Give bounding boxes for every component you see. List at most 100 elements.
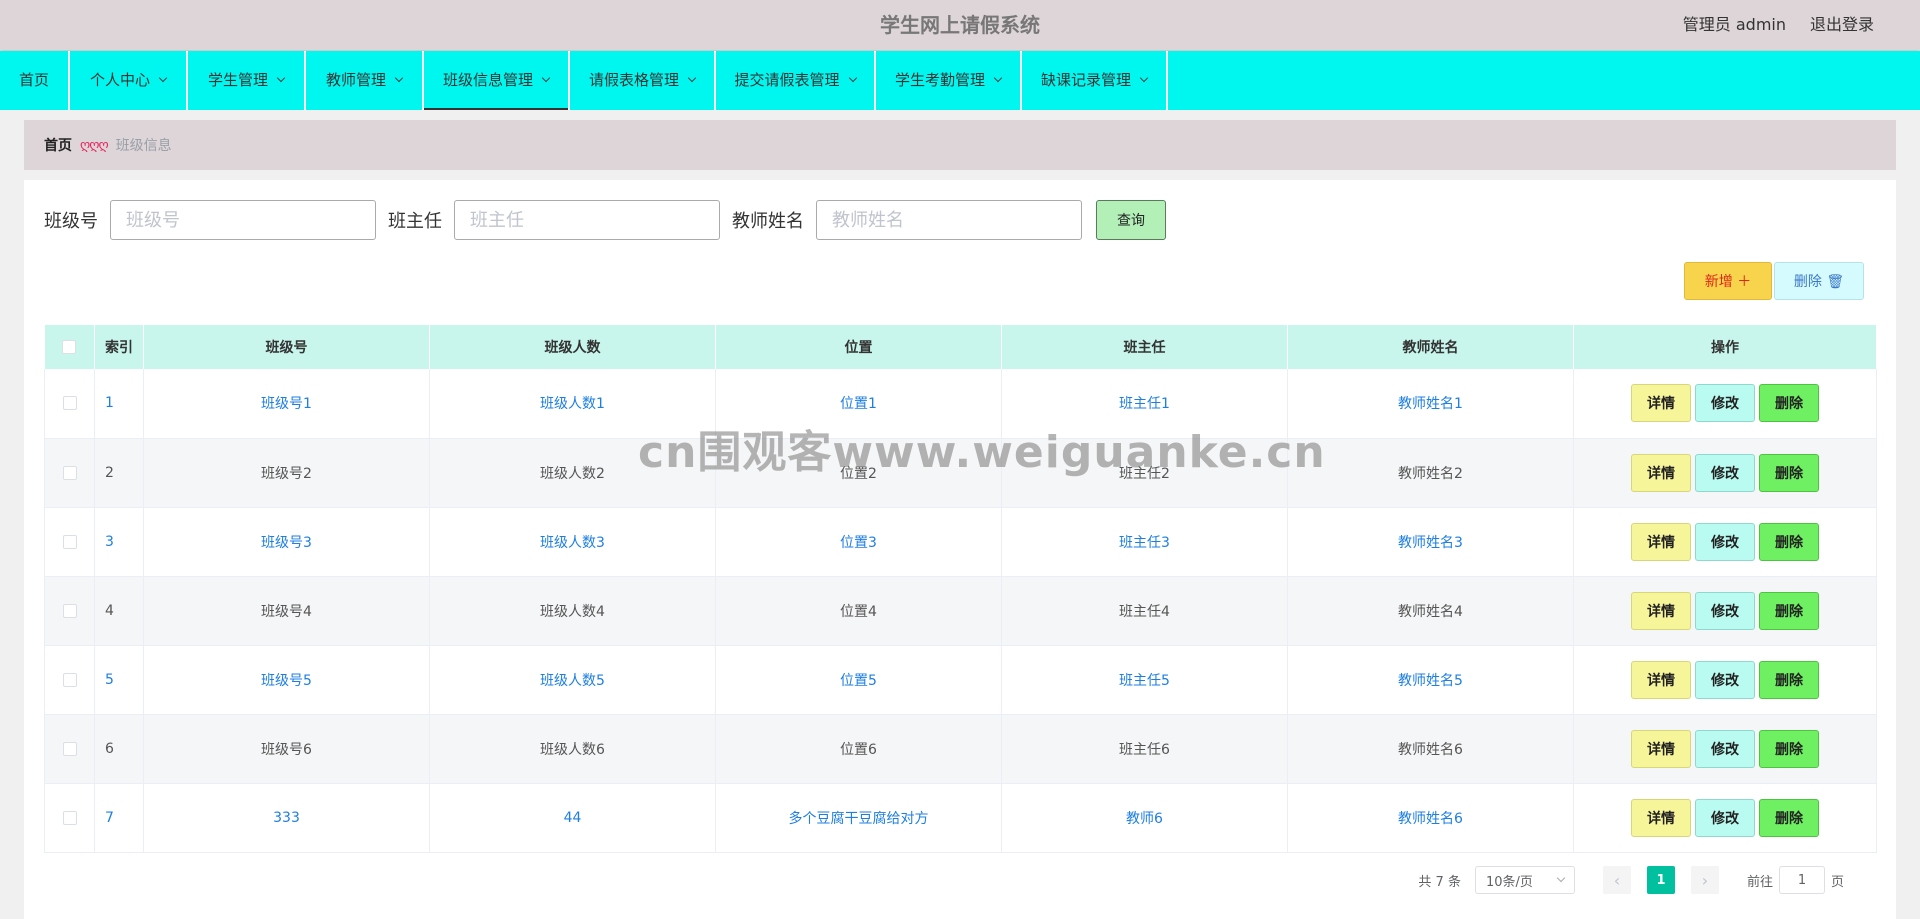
edit-button[interactable]: 修改 xyxy=(1695,522,1755,561)
header-class-no: 班级号 xyxy=(143,325,430,369)
cell-index: 1 xyxy=(94,369,144,439)
chevron-down-icon xyxy=(687,73,697,82)
table-row: 4 班级号4 班级人数4 位置4 班主任4 教师姓名4 详情 修改 删除 xyxy=(44,576,1877,646)
head-teacher-input[interactable] xyxy=(454,200,720,240)
cell-location: 位置2 xyxy=(715,438,1002,508)
cell-teacher-name: 教师姓名3 xyxy=(1287,507,1574,577)
cell-location: 位置5 xyxy=(715,645,1002,715)
detail-button[interactable]: 详情 xyxy=(1631,798,1691,837)
teacher-name-input[interactable] xyxy=(816,200,1082,240)
cell-head-teacher: 教师6 xyxy=(1001,783,1288,853)
prev-page-button[interactable]: ‹ xyxy=(1602,866,1631,894)
header-location: 位置 xyxy=(715,325,1002,369)
logout-link[interactable]: 退出登录 xyxy=(1810,0,1874,50)
nav-item-label: 缺课记录管理 xyxy=(1040,71,1131,89)
delete-button[interactable]: 删除 xyxy=(1759,522,1819,561)
goto-suffix: 页 xyxy=(1830,874,1844,890)
detail-button[interactable]: 详情 xyxy=(1631,729,1691,768)
app-title: 学生网上请假系统 xyxy=(880,13,1040,37)
nav-item-3[interactable]: 教师管理 xyxy=(306,51,424,110)
delete-button[interactable]: 删除 xyxy=(1759,384,1819,423)
edit-button[interactable]: 修改 xyxy=(1695,591,1755,630)
breadcrumb: 首页 ღღღ 班级信息 xyxy=(24,120,1896,170)
row-select-cell[interactable] xyxy=(44,369,95,439)
cell-location: 位置1 xyxy=(715,369,1002,439)
row-select-cell[interactable] xyxy=(44,714,95,784)
query-button[interactable]: 查询 xyxy=(1096,200,1166,240)
row-checkbox[interactable] xyxy=(62,741,77,756)
chevron-down-icon xyxy=(848,73,857,82)
cell-index: 6 xyxy=(94,714,144,784)
cell-location: 多个豆腐干豆腐给对方 xyxy=(715,783,1002,853)
row-select-cell[interactable] xyxy=(44,645,95,715)
row-operations: 详情 修改 删除 xyxy=(1573,438,1877,508)
row-checkbox[interactable] xyxy=(62,603,77,618)
cell-head-teacher: 班主任2 xyxy=(1001,438,1288,508)
add-button[interactable]: 新增 ＋ xyxy=(1684,262,1772,300)
delete-button[interactable]: 删除 xyxy=(1759,798,1819,837)
delete-button[interactable]: 删除 xyxy=(1759,729,1819,768)
table-row: 2 班级号2 班级人数2 位置2 班主任2 教师姓名2 详情 修改 删除 xyxy=(44,438,1877,508)
detail-button[interactable]: 详情 xyxy=(1631,591,1691,630)
row-checkbox[interactable] xyxy=(62,672,77,687)
cell-index: 2 xyxy=(94,438,144,508)
cell-index: 5 xyxy=(94,645,144,715)
nav-item-4[interactable]: 班级信息管理 xyxy=(424,51,570,110)
row-checkbox[interactable] xyxy=(62,534,77,549)
page-number-button[interactable]: 1 xyxy=(1646,866,1675,894)
nav-item-5[interactable]: 请假表格管理 xyxy=(570,51,716,110)
class-no-input[interactable] xyxy=(110,200,376,240)
cell-class-count: 班级人数3 xyxy=(429,507,716,577)
detail-button[interactable]: 详情 xyxy=(1631,522,1691,561)
nav-item-7[interactable]: 学生考勤管理 xyxy=(876,51,1022,110)
header-index: 索引 xyxy=(94,325,144,369)
edit-button[interactable]: 修改 xyxy=(1695,453,1755,492)
edit-button[interactable]: 修改 xyxy=(1695,729,1755,768)
cell-class-no: 班级号6 xyxy=(143,714,430,784)
row-checkbox[interactable] xyxy=(62,465,77,480)
chevron-down-icon xyxy=(394,73,404,82)
nav-item-0[interactable]: 首页 xyxy=(0,51,70,110)
edit-button[interactable]: 修改 xyxy=(1695,384,1755,423)
cell-location: 位置6 xyxy=(715,714,1002,784)
page-size-select[interactable]: 10条/页 xyxy=(1474,866,1575,894)
edit-button[interactable]: 修改 xyxy=(1695,660,1755,699)
goto-page-input[interactable] xyxy=(1778,866,1825,894)
chevron-down-icon xyxy=(1556,873,1566,883)
row-checkbox[interactable] xyxy=(62,810,77,825)
row-select-cell[interactable] xyxy=(44,576,95,646)
header-operations: 操作 xyxy=(1573,325,1877,369)
current-user: 管理员 admin xyxy=(1682,15,1786,34)
nav-item-2[interactable]: 学生管理 xyxy=(188,51,306,110)
next-page-button[interactable]: › xyxy=(1690,866,1719,894)
delete-button[interactable]: 删除 xyxy=(1759,660,1819,699)
nav-item-1[interactable]: 个人中心 xyxy=(70,51,188,110)
cell-teacher-name: 教师姓名2 xyxy=(1287,438,1574,508)
detail-button[interactable]: 详情 xyxy=(1631,453,1691,492)
row-operations: 详情 修改 删除 xyxy=(1573,576,1877,646)
row-select-cell[interactable] xyxy=(44,438,95,508)
select-all-cell[interactable] xyxy=(44,325,95,369)
cell-index: 3 xyxy=(94,507,144,577)
row-checkbox[interactable] xyxy=(62,396,77,411)
breadcrumb-home[interactable]: 首页 xyxy=(44,135,72,155)
nav-item-8[interactable]: 缺课记录管理 xyxy=(1022,51,1168,110)
breadcrumb-separator: ღღღ xyxy=(80,137,109,153)
detail-button[interactable]: 详情 xyxy=(1631,384,1691,423)
batch-delete-button[interactable]: 删除 🗑 xyxy=(1774,262,1864,300)
nav-item-label: 个人中心 xyxy=(89,71,150,89)
nav-item-label: 请假表格管理 xyxy=(588,71,679,89)
nav-item-6[interactable]: 提交请假表管理 xyxy=(716,51,876,110)
table-header-row: 索引 班级号 班级人数 位置 班主任 教师姓名 操作 xyxy=(44,325,1877,369)
delete-button[interactable]: 删除 xyxy=(1759,453,1819,492)
edit-button[interactable]: 修改 xyxy=(1695,798,1755,837)
delete-button[interactable]: 删除 xyxy=(1759,591,1819,630)
cell-class-count: 班级人数4 xyxy=(429,576,716,646)
row-select-cell[interactable] xyxy=(44,507,95,577)
header-head-teacher: 班主任 xyxy=(1001,325,1288,369)
select-all-checkbox[interactable] xyxy=(62,340,77,354)
pagination: 共 7 条 10条/页 ‹ 1 › 前往 页 xyxy=(1418,866,1844,894)
row-select-cell[interactable] xyxy=(44,783,95,853)
chevron-down-icon xyxy=(276,73,286,82)
detail-button[interactable]: 详情 xyxy=(1631,660,1691,699)
